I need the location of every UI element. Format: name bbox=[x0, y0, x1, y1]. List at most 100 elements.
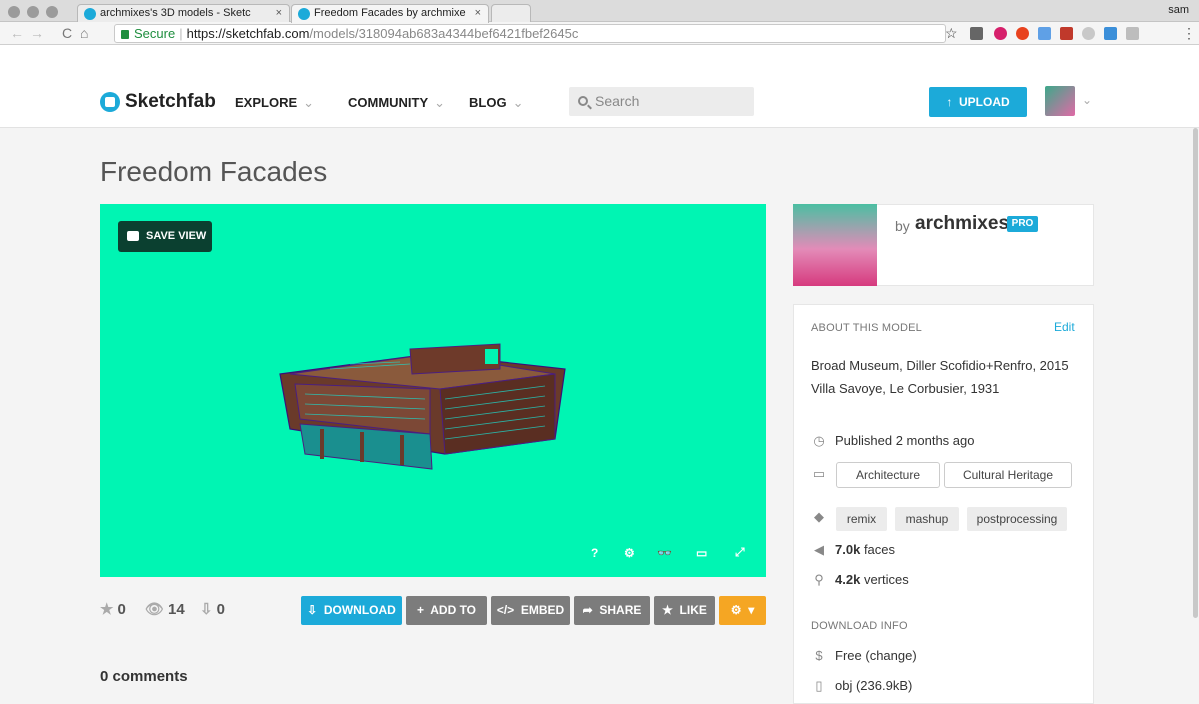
faces-info: ◀ 7.0k faces bbox=[811, 542, 895, 558]
nav-label: EXPLORE bbox=[235, 95, 298, 110]
downloads-count: 0 bbox=[216, 601, 225, 618]
settings-gear-icon[interactable]: ⚙ bbox=[624, 546, 635, 560]
avatar-chevron-down-icon[interactable]: ⌄ bbox=[1082, 93, 1092, 107]
browser-tab-models[interactable]: archmixes's 3D models - Sketc × bbox=[77, 4, 290, 23]
tab-strip: archmixes's 3D models - Sketc × Freedom … bbox=[0, 0, 1199, 23]
comments-count: 0 comments bbox=[100, 668, 188, 685]
likes-stat: ★ 0 bbox=[100, 600, 126, 618]
nav-label: COMMUNITY bbox=[348, 95, 429, 110]
category-architecture[interactable]: Architecture bbox=[836, 462, 940, 488]
secure-label: Secure bbox=[134, 26, 176, 41]
embed-button[interactable]: </> EMBED bbox=[491, 596, 570, 625]
vertices-icon: ⚲ bbox=[814, 572, 824, 587]
nav-community[interactable]: COMMUNITY ⌄ bbox=[348, 95, 445, 111]
vr-icon[interactable]: 👓 bbox=[657, 546, 672, 560]
user-avatar[interactable] bbox=[1045, 86, 1075, 116]
file-text: obj (236.9kB) bbox=[835, 678, 913, 693]
profile-name[interactable]: sam bbox=[1168, 4, 1189, 16]
file-info: ▯ obj (236.9kB) bbox=[811, 678, 912, 694]
price-info: $ Free (change) bbox=[811, 648, 916, 663]
caret-down-icon: ▾ bbox=[748, 603, 755, 617]
dollar-icon: $ bbox=[815, 648, 823, 663]
forward-arrow-icon[interactable]: → bbox=[30, 25, 44, 41]
building-model-render[interactable] bbox=[100, 204, 766, 577]
docs-extension-icon[interactable] bbox=[1038, 27, 1051, 40]
edit-link[interactable]: Edit bbox=[1054, 320, 1075, 334]
upload-button[interactable]: ↑ UPLOAD bbox=[929, 87, 1027, 117]
like-label: LIKE bbox=[679, 603, 707, 617]
sketchfab-logo-icon bbox=[100, 92, 120, 112]
save-view-button[interactable]: SAVE VIEW bbox=[118, 221, 212, 252]
3d-viewer[interactable]: SAVE VIEW ? ⚙ 👓 ▭ ⤢ bbox=[100, 204, 766, 577]
extension-t-icon[interactable] bbox=[970, 27, 983, 40]
tab-close-icon[interactable]: × bbox=[475, 5, 481, 22]
more-options-button[interactable]: ⚙ ▾ bbox=[719, 596, 766, 625]
downloads-stat: ⇩ 0 bbox=[200, 600, 225, 618]
upload-arrow-icon: ↑ bbox=[946, 95, 953, 109]
close-window-button[interactable] bbox=[8, 6, 20, 18]
browser-toolbar: ← → C ⌂ Secure | https://sketchfab.com/mod… bbox=[0, 22, 1199, 45]
faces-icon: ◀ bbox=[814, 542, 824, 557]
published-text: Published 2 months ago bbox=[835, 433, 975, 448]
browser-tab-model-page[interactable]: Freedom Facades by archmixe × bbox=[291, 4, 489, 23]
help-icon[interactable]: ? bbox=[591, 546, 598, 560]
search-icon bbox=[578, 96, 588, 106]
plus-icon: + bbox=[416, 603, 424, 617]
share-icon: ➦ bbox=[582, 603, 593, 617]
category-cultural-heritage[interactable]: Cultural Heritage bbox=[944, 462, 1072, 488]
tag-postprocessing[interactable]: postprocessing bbox=[967, 507, 1067, 531]
vertices-label: vertices bbox=[863, 572, 909, 587]
maximize-window-button[interactable] bbox=[46, 6, 58, 18]
browser-menu-icon[interactable]: ⋮ bbox=[1182, 25, 1196, 41]
sketchfab-logo[interactable]: Sketchfab bbox=[100, 91, 216, 113]
tab-close-icon[interactable]: × bbox=[276, 5, 282, 22]
fullscreen-icon[interactable]: ⤢ bbox=[735, 545, 745, 560]
by-label: by bbox=[895, 218, 910, 234]
extension-o-icon[interactable] bbox=[1016, 27, 1029, 40]
extension-cloud-icon[interactable] bbox=[1082, 27, 1095, 40]
embed-frame-icon[interactable]: ▭ bbox=[696, 546, 707, 560]
download-info-heading: DOWNLOAD INFO bbox=[811, 620, 908, 632]
bookmark-star-icon[interactable]: ☆ bbox=[945, 25, 958, 41]
extension-bars-icon[interactable] bbox=[1060, 27, 1073, 40]
add-to-label: ADD TO bbox=[430, 603, 477, 617]
model-thumbnail[interactable] bbox=[793, 204, 877, 286]
download-icon: ⇩ bbox=[307, 603, 318, 617]
camera-extension-icon[interactable] bbox=[1126, 27, 1139, 40]
download-button[interactable]: ⇩ DOWNLOAD bbox=[301, 596, 402, 625]
page-scrollbar[interactable] bbox=[1192, 128, 1199, 618]
url-path: /models/318094ab683a4344bef6421fbef2645c bbox=[309, 26, 579, 41]
author-name-link[interactable]: archmixes bbox=[915, 213, 1009, 235]
search-input[interactable]: Search bbox=[569, 87, 754, 116]
chevron-down-icon: ⌄ bbox=[512, 95, 524, 110]
change-license-link[interactable]: (change) bbox=[865, 648, 916, 663]
address-bar[interactable]: Secure | https://sketchfab.com/models/3180… bbox=[114, 24, 946, 43]
url-host: https://sketchfab.com bbox=[186, 26, 310, 41]
nav-blog[interactable]: BLOG ⌄ bbox=[469, 95, 523, 111]
about-heading: ABOUT THIS MODEL bbox=[811, 322, 922, 334]
add-to-button[interactable]: + ADD TO bbox=[406, 596, 487, 625]
nav-label: BLOG bbox=[469, 95, 507, 110]
new-tab-button[interactable] bbox=[491, 4, 531, 23]
faces-value: 7.0k bbox=[835, 542, 861, 557]
like-button[interactable]: ★ LIKE bbox=[654, 596, 715, 625]
home-icon[interactable]: ⌂ bbox=[80, 25, 88, 41]
scrollbar-thumb[interactable] bbox=[1193, 128, 1198, 618]
minimize-window-button[interactable] bbox=[27, 6, 39, 18]
pro-badge: PRO bbox=[1007, 216, 1038, 232]
reload-icon[interactable]: C bbox=[62, 25, 72, 41]
chevron-down-icon: ⌄ bbox=[303, 95, 315, 110]
nav-explore[interactable]: EXPLORE ⌄ bbox=[235, 95, 314, 111]
share-button[interactable]: ➦ SHARE bbox=[574, 596, 650, 625]
vertices-info: ⚲ 4.2k vertices bbox=[811, 572, 909, 588]
pinterest-extension-icon[interactable] bbox=[994, 27, 1007, 40]
address-separator: | bbox=[179, 26, 183, 41]
back-arrow-icon[interactable]: ← bbox=[10, 25, 24, 41]
save-view-label: SAVE VIEW bbox=[146, 230, 207, 242]
extension-square-icon[interactable] bbox=[1104, 27, 1117, 40]
chevron-down-icon: ⌄ bbox=[434, 95, 446, 110]
tag-remix[interactable]: remix bbox=[836, 507, 887, 531]
description-line: Broad Museum, Diller Scofidio+Renfro, 20… bbox=[811, 358, 1069, 373]
tag-mashup[interactable]: mashup bbox=[895, 507, 959, 531]
file-icon: ▯ bbox=[815, 678, 823, 693]
